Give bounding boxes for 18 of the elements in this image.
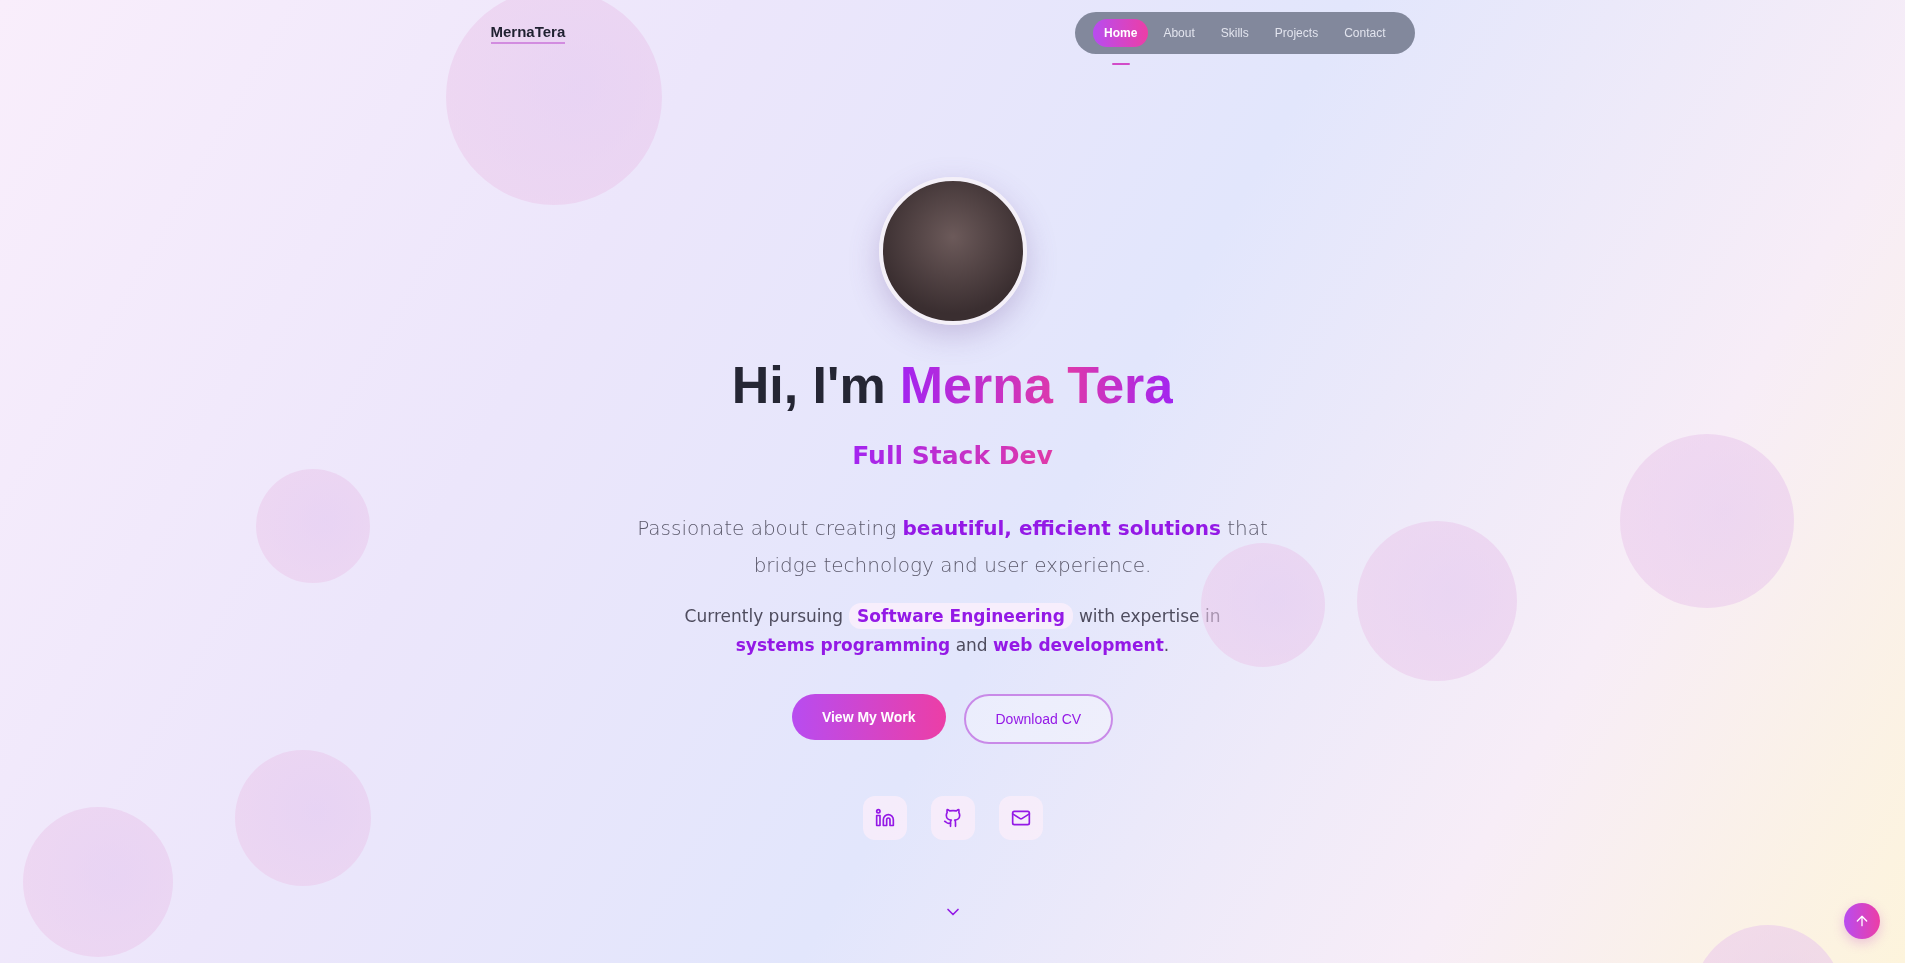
email-button[interactable] bbox=[998, 796, 1043, 840]
nav-tab[interactable]: Contact bbox=[1333, 19, 1397, 47]
scroll-top-button[interactable] bbox=[1844, 903, 1880, 939]
intro-text: Passionate about creating beautiful, efficient solutions that bridge technology and user experience. bbox=[636, 515, 1269, 579]
github-icon bbox=[942, 808, 963, 828]
active-indicator bbox=[1111, 63, 1130, 65]
nav-tab[interactable]: Skills bbox=[1209, 19, 1260, 47]
download-button[interactable]: Download CV bbox=[963, 694, 1114, 744]
linkedin-button[interactable] bbox=[862, 796, 907, 840]
github-button[interactable] bbox=[930, 796, 975, 840]
linkedin-icon bbox=[874, 808, 895, 828]
site-logo[interactable]: MernaTera bbox=[490, 22, 566, 44]
nav-tab[interactable]: About bbox=[1152, 19, 1206, 47]
mail-icon bbox=[1010, 808, 1031, 828]
greeting-text: Hi, I'm bbox=[731, 355, 886, 415]
nav-tab[interactable]: Projects bbox=[1263, 19, 1330, 47]
view-work-button[interactable]: View My Work bbox=[791, 694, 946, 740]
detail-text: Currently pursuing Software Engineering with expertise in systems programming and web development. bbox=[652, 602, 1253, 660]
